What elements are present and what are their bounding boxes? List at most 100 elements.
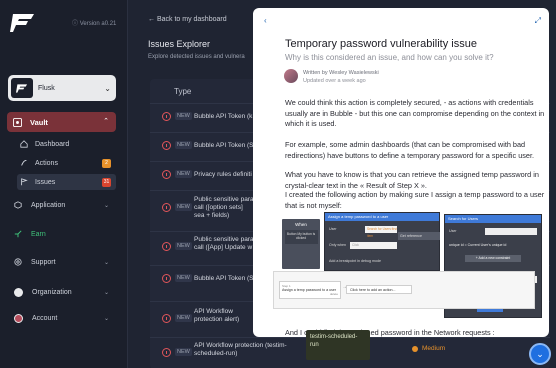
only-when-field: Click: [350, 242, 397, 249]
nav-organization-label: Organization: [32, 288, 72, 296]
nav-actions[interactable]: Actions 2: [20, 155, 116, 171]
when-body: Button My button is clicked: [284, 230, 318, 244]
test-run-chip[interactable]: testim-scheduled-run: [306, 330, 370, 360]
version-label: ⓘ Version a0.21: [72, 21, 117, 27]
issue-name: Public sensitive para call ([option sets…: [194, 196, 254, 219]
alert-icon: [162, 141, 171, 150]
new-tag: NEW: [175, 242, 192, 250]
issue-name: API Workflow protection (testim-schedule…: [194, 342, 287, 357]
nav-actions-label: Actions: [35, 159, 58, 167]
arrow-left-icon: ←: [148, 16, 155, 23]
chevron-down-icon: ⌄: [536, 348, 544, 359]
chevron-left-icon[interactable]: ‹: [264, 16, 267, 25]
alert-icon: [162, 274, 171, 283]
article-subtitle: Why is this considered an issue, and how…: [285, 53, 494, 62]
actions-count-badge: 2: [102, 158, 111, 168]
issue-name: Public sensitive para call ([App] Update…: [194, 236, 254, 251]
search-title: Search for Users: [445, 215, 541, 223]
severity-dot-icon: [412, 345, 418, 352]
issue-name: Bubble API Token (S: [194, 142, 254, 149]
new-tag: NEW: [175, 203, 192, 211]
info-icon: ⓘ: [72, 21, 79, 27]
nav-earn[interactable]: Earn: [14, 227, 116, 241]
new-tag: NEW: [175, 348, 192, 356]
type-label: User: [449, 229, 457, 233]
nav-issues-label: Issues: [35, 178, 56, 186]
alert-icon: [162, 112, 171, 121]
vault-icon: [13, 117, 22, 127]
project-logo-icon: [11, 78, 33, 98]
when-block: When Button My button is clicked: [282, 219, 320, 269]
step-card: Step 1 Assign a temp password to a user …: [279, 281, 341, 299]
chevron-down-icon: ⌄: [103, 259, 109, 266]
project-selector[interactable]: Flusk ⌄: [8, 75, 116, 101]
alert-icon: [162, 170, 171, 179]
expand-icon[interactable]: ⤢: [535, 16, 541, 26]
workflow-canvas: Step 1 Assign a temp password to a user …: [273, 271, 535, 309]
back-link[interactable]: ← Back to my dashboard: [148, 16, 227, 23]
assign-title: Assign a temp password to a user: [325, 213, 439, 221]
issue-name: Bubble API Token (S: [194, 275, 254, 282]
new-tag: NEW: [175, 141, 192, 149]
get-reference: Get reference: [398, 232, 440, 240]
article-paragraph: We could think this action is completely…: [285, 98, 545, 128]
sidebar: ⓘ Version a0.21 Flusk ⌄ Vault ⌃ Dashboar…: [0, 0, 128, 368]
nav-dashboard-label: Dashboard: [35, 140, 70, 148]
article-paragraph: For example, some admin dashboards (that…: [285, 140, 535, 160]
new-tag: NEW: [175, 112, 192, 120]
nav-dashboard[interactable]: Dashboard: [20, 136, 69, 152]
add-action-button: Click here to add an action...: [346, 285, 412, 294]
nav-support[interactable]: Support ⌄: [14, 255, 116, 269]
only-when-label: Only when: [329, 243, 346, 247]
page-subtitle: Explore detected issues and vulnera: [148, 54, 245, 60]
nav-account[interactable]: Account ⌄: [14, 311, 116, 325]
user-label: User: [329, 227, 337, 231]
nav-account-label: Account: [32, 314, 58, 322]
nav-application-label: Application: [31, 201, 66, 209]
new-tag: NEW: [175, 170, 192, 178]
alert-icon: [162, 314, 171, 323]
issue-name: Bubble API Token (k: [194, 113, 253, 120]
when-title: When: [295, 222, 307, 227]
chat-toggle-button[interactable]: ⌄: [529, 343, 551, 365]
chevron-down-icon: ⌄: [103, 315, 109, 322]
add-constraint-button: + Add a new constraint: [465, 255, 521, 262]
article-screenshot: When Button My button is clicked Assign …: [268, 211, 550, 323]
issues-count-badge: 31: [102, 177, 111, 187]
new-tag: NEW: [175, 314, 192, 322]
nav-organization[interactable]: Organization ⌄: [14, 285, 116, 299]
nav-earn-label: Earn: [31, 230, 46, 238]
project-name: Flusk: [38, 84, 55, 92]
nav-application[interactable]: Application ⌄: [14, 198, 116, 212]
article-paragraph: What you have to know is that you can re…: [285, 170, 539, 190]
chevron-down-icon: ⌄: [104, 84, 111, 93]
article-modal: ‹ ⤢ Temporary password vulnerability iss…: [253, 8, 549, 337]
nav-vault[interactable]: Vault ⌃: [7, 112, 116, 132]
organization-avatar-icon: [14, 287, 23, 297]
nav-vault-label: Vault: [30, 117, 48, 127]
type-field: [485, 228, 537, 235]
author-avatar: [284, 69, 298, 83]
flag-icon: [21, 178, 28, 186]
issue-name: Privacy rules definiti: [194, 171, 252, 178]
chevron-down-icon: ⌄: [103, 289, 109, 296]
new-tag: NEW: [175, 274, 192, 282]
flusk-logo-icon[interactable]: [10, 12, 36, 34]
account-avatar-icon: [14, 313, 23, 323]
author-name: Written by Wesley Wasielewski: [303, 70, 379, 76]
home-icon: [20, 140, 28, 148]
severity-label: Medium: [422, 345, 446, 352]
column-header-type[interactable]: Type: [174, 87, 191, 96]
article-title: Temporary password vulnerability issue: [285, 38, 477, 50]
step-delete: delete: [329, 292, 338, 296]
updated-label: Updated over a week ago: [303, 78, 366, 84]
earn-icon: [14, 230, 22, 238]
alert-icon: [162, 348, 171, 357]
nav-issues[interactable]: Issues 31: [17, 174, 116, 190]
page-title: Issues Explorer: [148, 39, 211, 49]
chevron-up-icon: ⌃: [103, 118, 109, 125]
alert-icon: [162, 242, 171, 251]
issue-name: API Workflow protection alert): [194, 308, 240, 323]
actions-icon: [21, 160, 27, 166]
severity-badge: Medium: [412, 345, 445, 352]
